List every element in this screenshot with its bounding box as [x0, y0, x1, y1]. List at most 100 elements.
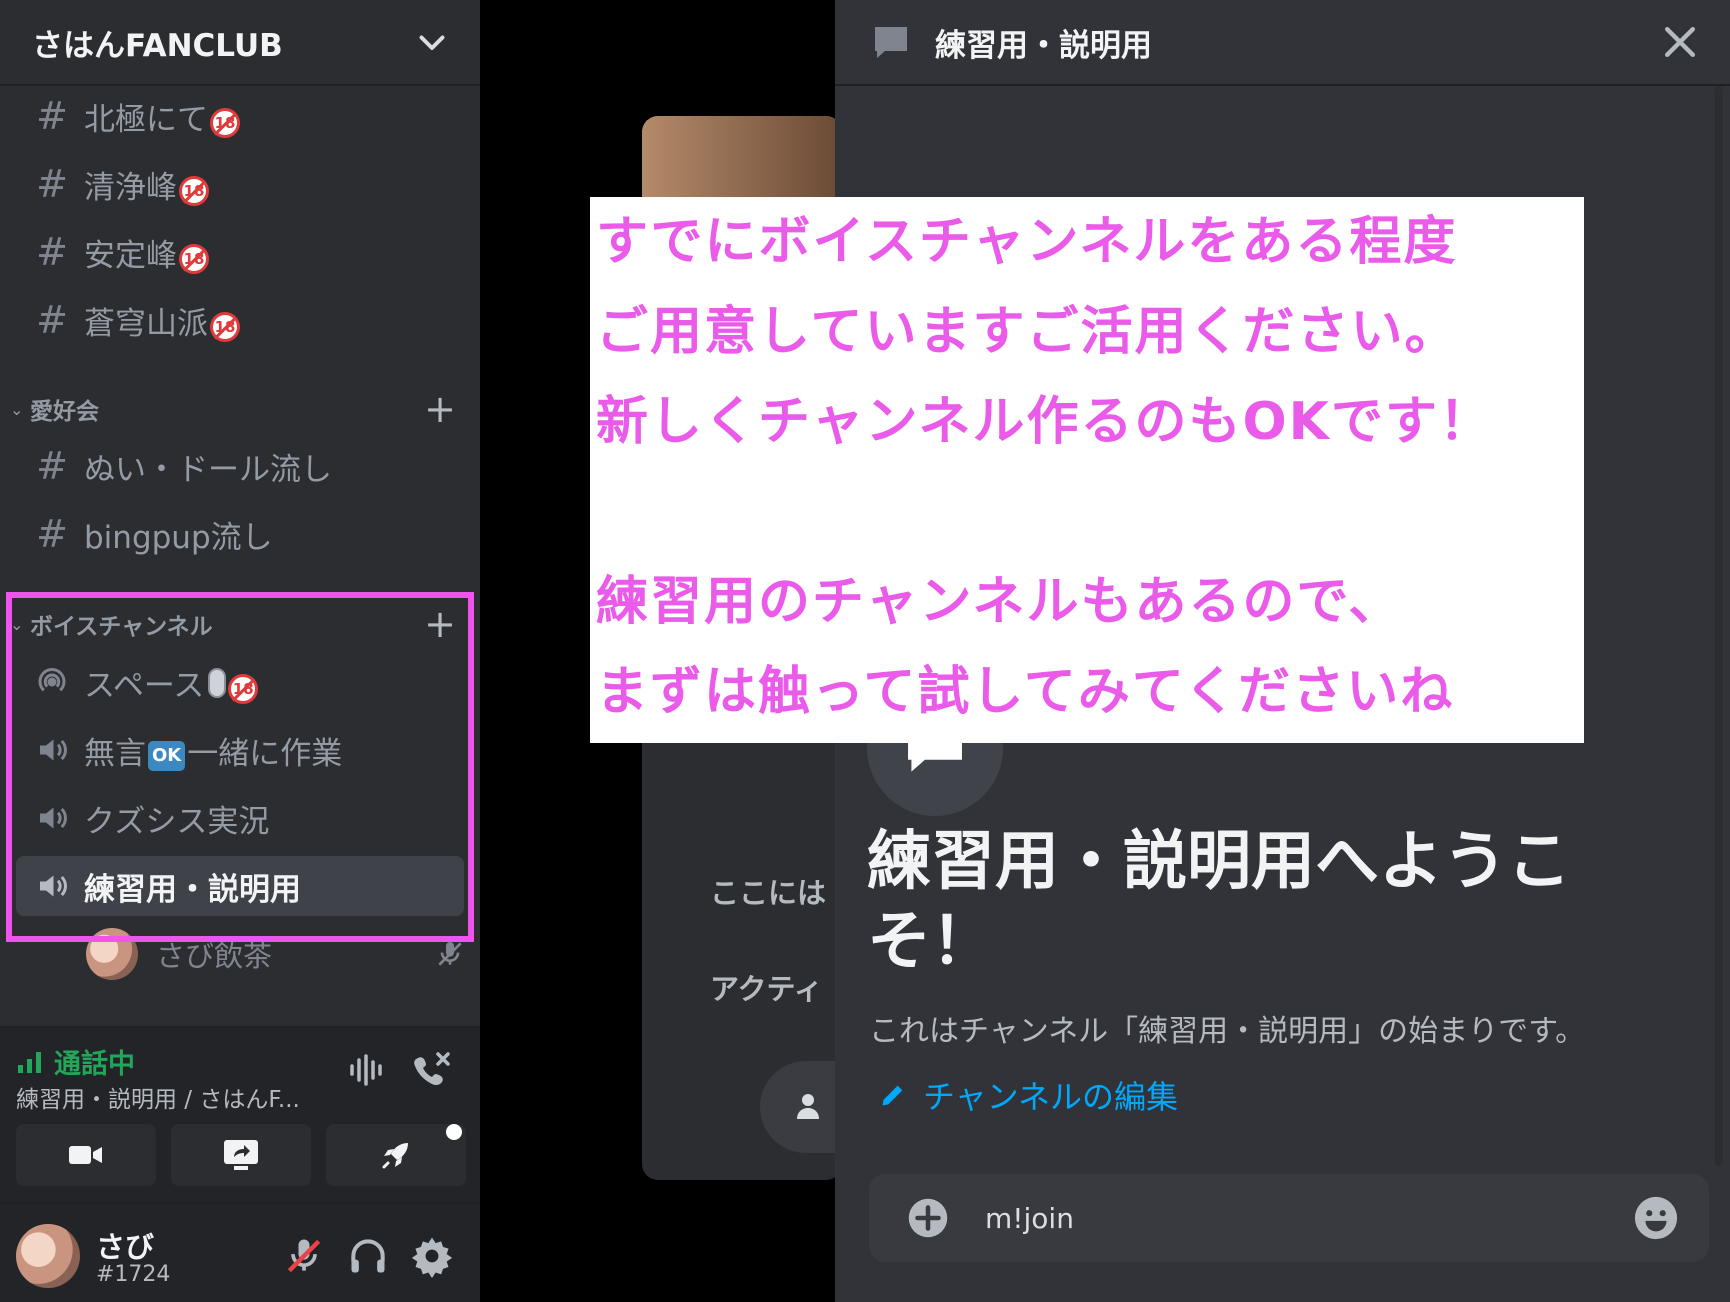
message-input[interactable] — [985, 1201, 1633, 1235]
text-channel-icon: # — [36, 444, 68, 488]
speaker-icon — [40, 739, 67, 761]
channel-label: 北極にて 18 — [84, 94, 240, 139]
welcome-subtitle: これはチャンネル「練習用・説明用」の始まりです。 — [869, 1014, 1586, 1049]
edit-channel-link[interactable]: チャンネルの編集 — [879, 1072, 1178, 1118]
voice-connected-status: 通話中 — [16, 1042, 135, 1081]
voice-connection-panel: 通話中 練習用・説明用 / さはんF... — [0, 1026, 480, 1202]
camera-button[interactable] — [16, 1124, 156, 1186]
voice-status-label: 通話中 — [54, 1049, 135, 1080]
no-under-18-emoji: 18 — [179, 243, 209, 274]
pencil-icon — [882, 1085, 903, 1106]
channel-item-voice[interactable]: クズシス実況 — [16, 788, 464, 848]
avatar — [86, 928, 138, 980]
channel-item[interactable]: # 北極にて 18 — [16, 86, 464, 146]
channel-item[interactable]: # 清浄峰 18 — [16, 154, 464, 214]
annotation-line: 新しくチャンネル作るのもOKです！ — [596, 392, 1493, 452]
category-label: ボイスチャンネル — [30, 614, 213, 640]
annotation-line: まずは触って試してみてくださいね — [596, 662, 1455, 722]
channel-item[interactable]: # 蒼穹山派 18 — [16, 290, 464, 350]
voice-connected-user[interactable]: さび飲茶 — [86, 924, 466, 984]
noise-suppression-icon[interactable] — [346, 1050, 388, 1090]
channel-item[interactable]: # 安定峰 18 — [16, 222, 464, 282]
category-header-voice[interactable]: ⌄ ボイスチャンネル + — [10, 604, 460, 644]
message-composer — [869, 1174, 1709, 1262]
emoji-picker-icon[interactable] — [1633, 1195, 1679, 1241]
category-label: 愛好会 — [30, 399, 99, 425]
channel-label: 蒼穹山派 18 — [84, 298, 240, 343]
chevron-down-icon: ⌄ — [10, 614, 24, 634]
scrollbar[interactable] — [1715, 86, 1723, 1166]
stage-channel-icon — [38, 668, 66, 692]
edit-channel-label: チャンネルの編集 — [923, 1078, 1179, 1116]
channel-label: 練習用・説明用 — [84, 871, 301, 908]
speaker-icon — [40, 875, 67, 897]
video-camera-icon — [69, 1146, 102, 1164]
chevron-down-icon: ⌄ — [10, 399, 24, 419]
add-channel-icon[interactable]: + — [420, 389, 460, 429]
screen-share-button[interactable] — [171, 1124, 311, 1186]
add-channel-icon[interactable]: + — [420, 604, 460, 644]
channel-sidebar: さはんFANCLUB # 北極にて 18 # 清浄峰 18 # 安定峰 18 # 蒼穹… — [0, 0, 480, 1302]
headphones-icon[interactable] — [346, 1234, 390, 1278]
welcome-title: 練習用・説明用へようこそ！ — [867, 825, 1571, 979]
text-channel-icon: # — [36, 512, 68, 556]
server-name: さはんFANCLUB — [32, 27, 283, 64]
voice-channel-path[interactable]: 練習用・説明用 / さはんF... — [16, 1080, 300, 1114]
notification-dot — [446, 1124, 462, 1140]
mute-mic-icon[interactable] — [282, 1234, 326, 1278]
annotation-line: ご用意していますご活用ください。 — [596, 302, 1459, 362]
channel-item[interactable]: # ぬい・ドール流し — [16, 436, 464, 496]
stage-text: ここには — [710, 876, 827, 910]
annotation-line: 練習用のチャンネルもあるので、 — [596, 572, 1403, 632]
channel-label: bingpup流し — [84, 519, 273, 556]
annotation-line — [596, 467, 1578, 557]
text-channel-thread-icon: # — [36, 162, 68, 206]
muted-mic-icon — [438, 942, 462, 966]
channel-label: 清浄峰 18 — [84, 162, 209, 207]
channel-label: スペース 18 — [84, 660, 259, 705]
annotation-callout: すでにボイスチャンネルをある程度 ご用意していますご活用ください。 新しくチャン… — [590, 197, 1584, 743]
channel-item-voice[interactable]: 無言 OK 一緒に作業 — [16, 720, 464, 780]
text-channel-thread-icon: # — [36, 230, 68, 274]
channel-item[interactable]: # bingpup流し — [16, 504, 464, 564]
rocket-icon — [382, 1143, 408, 1169]
channel-label: 安定峰 18 — [84, 230, 209, 275]
ok-emoji: OK — [148, 740, 186, 771]
text-channel-thread-icon: # — [36, 298, 68, 342]
text-channel-thread-icon: # — [36, 94, 68, 138]
chat-bubble-icon — [875, 27, 907, 58]
voice-user-name: さび飲茶 — [156, 939, 273, 973]
user-avatar[interactable] — [16, 1224, 80, 1288]
close-icon[interactable] — [1658, 20, 1702, 64]
stage-join-button[interactable] — [760, 1061, 842, 1153]
category-header-hobby[interactable]: ⌄ 愛好会 + — [10, 389, 460, 429]
thread-panel-header: 練習用・説明用 — [835, 0, 1730, 86]
annotation-line: すでにボイスチャンネルをある程度 — [596, 212, 1458, 272]
channel-item-stage[interactable]: スペース 18 — [16, 652, 464, 712]
channel-label: 無言 OK 一緒に作業 — [84, 735, 343, 772]
user-discriminator: #1724 — [96, 1262, 171, 1287]
screen-share-icon — [224, 1140, 258, 1170]
add-attachment-icon[interactable] — [907, 1197, 949, 1239]
channel-item-voice-active[interactable]: 練習用・説明用 — [16, 856, 464, 916]
server-header[interactable]: さはんFANCLUB — [0, 0, 480, 86]
no-under-18-emoji: 18 — [228, 673, 259, 704]
disconnect-call-icon[interactable] — [410, 1050, 452, 1090]
chevron-down-icon — [419, 35, 445, 50]
user-name: さび — [96, 1230, 155, 1264]
no-under-18-emoji: 18 — [210, 311, 240, 342]
thread-panel-title: 練習用・説明用 — [935, 27, 1152, 64]
gear-icon[interactable] — [410, 1234, 454, 1278]
speaker-icon — [40, 807, 67, 829]
activities-button[interactable] — [326, 1124, 466, 1186]
signal-strength-icon — [18, 1051, 41, 1073]
stage-text: アクティ — [710, 972, 823, 1006]
user-panel: さび #1724 — [0, 1202, 480, 1302]
stage-banner-image — [642, 116, 842, 206]
channel-label: ぬい・ドール流し — [84, 451, 332, 488]
microphone-emoji — [208, 667, 227, 698]
no-under-18-emoji: 18 — [210, 107, 240, 138]
user-stage-icon — [797, 1094, 819, 1119]
channel-label: クズシス実況 — [84, 803, 270, 840]
no-under-18-emoji: 18 — [179, 175, 209, 206]
